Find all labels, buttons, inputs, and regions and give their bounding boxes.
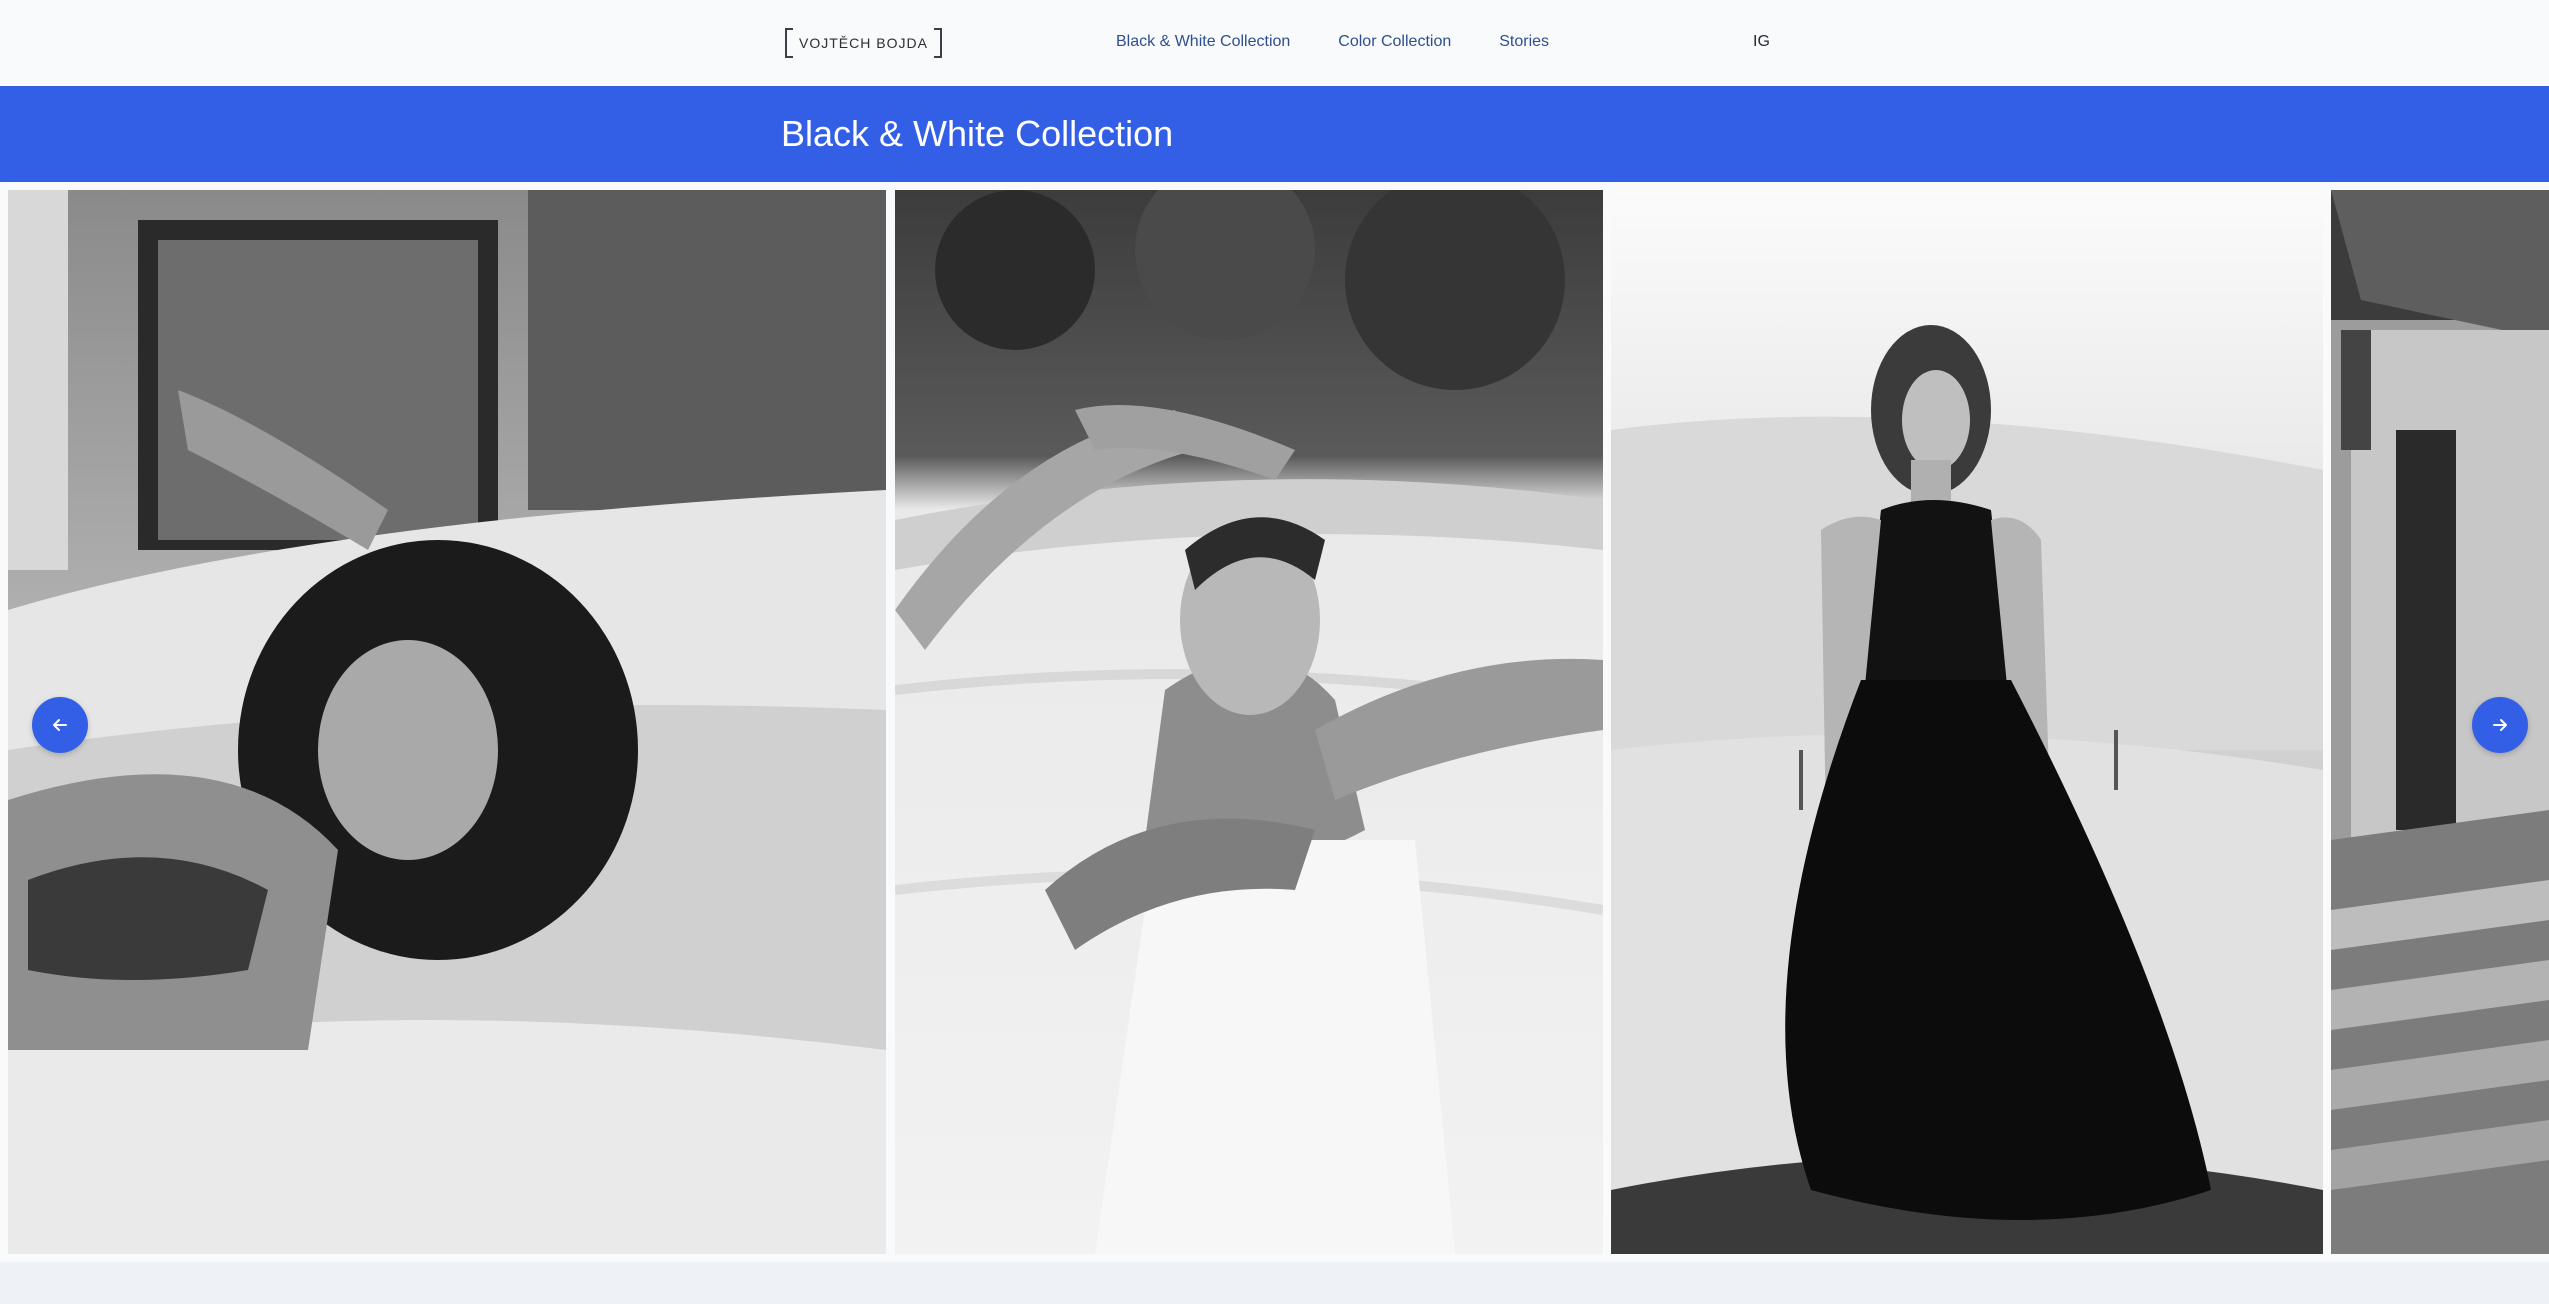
arrow-left-icon [53,719,67,731]
nav-link-color-collection[interactable]: Color Collection [1338,30,1451,54]
photo-dunes-image [1611,190,2323,1254]
site-logo[interactable]: VOJTĚCH BOJDA [785,28,942,58]
next-photo-button[interactable] [2472,697,2528,753]
logo-bracket-left [785,28,793,58]
nav-link-bw-collection[interactable]: Black & White Collection [1116,30,1290,54]
gallery-photo-bed[interactable] [8,190,886,1254]
instagram-link[interactable]: IG [1753,30,1770,54]
page-title: Black & White Collection [781,113,1174,154]
main-nav: Black & White Collection Color Collectio… [1116,30,1549,54]
collection-banner: Black & White Collection [0,86,2549,182]
nav-link-stories[interactable]: Stories [1499,30,1549,54]
page-footer-area [0,1262,2549,1304]
photo-pool-image [895,190,1603,1254]
photo-bed-image [8,190,886,1254]
prev-photo-button[interactable] [32,697,88,753]
gallery-photo-pool[interactable] [895,190,1603,1254]
site-header: VOJTĚCH BOJDA Black & White Collection C… [0,0,2549,86]
arrow-right-icon [2493,719,2507,731]
logo-text: VOJTĚCH BOJDA [799,35,928,51]
photo-gallery [0,182,2549,1262]
logo-bracket-right [933,28,942,58]
gallery-photo-dunes[interactable] [1611,190,2323,1254]
